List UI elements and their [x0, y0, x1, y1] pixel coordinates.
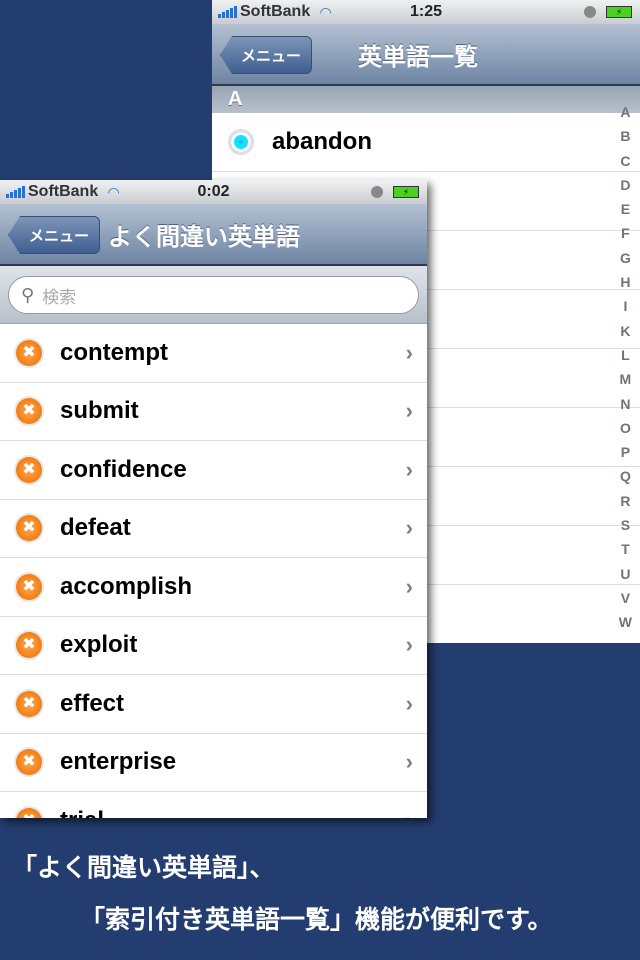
index-letter[interactable]: D — [620, 173, 630, 197]
time: 0:02 — [197, 183, 230, 200]
chevron-right-icon: › — [405, 573, 413, 599]
mistake-icon: ✖ — [16, 690, 42, 717]
menu-back-button[interactable]: メニュー — [8, 216, 101, 254]
chevron-right-icon: › — [405, 690, 413, 716]
list-item[interactable]: ✖ contempt › — [0, 324, 427, 383]
status-bar: SoftBank ◠ 1:25 ⚡ — [212, 0, 640, 24]
time: 1:25 — [409, 3, 443, 20]
word-label: effect — [60, 689, 125, 717]
index-letter[interactable]: H — [620, 270, 630, 294]
list-item[interactable]: ✖ exploit › — [0, 617, 427, 675]
index-letter[interactable]: K — [620, 319, 630, 343]
menu-back-button[interactable]: メニュー — [220, 36, 313, 74]
alarm-icon — [584, 6, 596, 18]
carrier: SoftBank — [28, 183, 99, 200]
word-label: exploit — [60, 631, 138, 659]
list-item[interactable]: ✖ trial › — [0, 792, 427, 818]
nav-bar: メニュー よく間違い英単語 — [0, 204, 427, 266]
signal-icon — [218, 6, 237, 18]
index-letter[interactable]: C — [620, 149, 630, 173]
section-header: A — [212, 86, 640, 113]
word-label: abandon — [272, 128, 372, 155]
chevron-right-icon: › — [405, 749, 413, 775]
word-label: enterprise — [60, 748, 177, 776]
nav-bar: メニュー 英単語一覧 — [212, 24, 640, 86]
list-item[interactable]: ✖ accomplish › — [0, 558, 427, 617]
word-label: trial — [60, 807, 104, 818]
mistake-icon: ✖ — [16, 749, 42, 776]
index-letter[interactable]: L — [621, 343, 630, 367]
wifi-icon: ◠ — [108, 183, 120, 200]
search-bar: ⚲ 検索 — [0, 266, 427, 324]
mistaken-words-screen: SoftBank ◠ 0:02 ⚡ メニュー よく間違い英単語 ⚲ 検索 ✖ co… — [0, 180, 427, 818]
mistake-icon: ✖ — [16, 573, 42, 600]
word-label: contempt — [60, 338, 168, 366]
index-letter[interactable]: O — [620, 416, 631, 440]
list-item[interactable]: ✖ enterprise › — [0, 734, 427, 792]
index-letter[interactable]: N — [620, 392, 630, 416]
wifi-icon: ◠ — [320, 3, 332, 20]
alarm-icon — [371, 186, 383, 198]
status-bar: SoftBank ◠ 0:02 ⚡ — [0, 180, 427, 204]
word-label: submit — [60, 397, 139, 425]
search-placeholder: 検索 — [42, 287, 77, 307]
chevron-right-icon: › — [406, 808, 413, 818]
index-letter[interactable]: B — [620, 124, 630, 148]
carrier: SoftBank — [240, 3, 311, 20]
word-label: confidence — [60, 455, 187, 483]
caption-line-1: 「よく間違い英単語」、 — [12, 853, 275, 882]
list-item[interactable]: ✖ effect › — [0, 675, 427, 734]
chevron-right-icon: › — [405, 398, 413, 424]
word-label: defeat — [60, 514, 131, 542]
page-title: 英単語一覧 — [358, 43, 478, 71]
index-letter[interactable]: Q — [620, 464, 631, 488]
index-letter[interactable]: T — [621, 537, 630, 561]
search-icon: ⚲ — [21, 284, 35, 305]
mistake-icon: ✖ — [16, 456, 42, 483]
list-item[interactable]: abandon — [212, 113, 640, 172]
caption-line-2: 「索引付き英単語一覧」機能が便利です。 — [80, 905, 553, 934]
index-letter[interactable]: V — [621, 586, 630, 610]
index-letter[interactable]: E — [621, 197, 630, 221]
chevron-right-icon: › — [405, 515, 413, 541]
mistake-icon: ✖ — [16, 398, 42, 425]
mistake-icon: ✖ — [16, 807, 42, 818]
index-letter[interactable]: S — [621, 513, 630, 537]
index-letter[interactable]: G — [620, 246, 631, 270]
mistake-icon: ✖ — [16, 339, 42, 366]
mistake-icon: ✖ — [16, 632, 42, 659]
list-item[interactable]: ✖ confidence › — [0, 441, 427, 500]
signal-icon — [6, 186, 25, 198]
chevron-right-icon: › — [405, 632, 413, 658]
index-letter[interactable]: W — [619, 610, 632, 634]
index-letter[interactable]: I — [623, 294, 627, 318]
index-letter[interactable]: P — [621, 440, 630, 464]
page-title: よく間違い英単語 — [108, 223, 300, 251]
word-label: accomplish — [60, 572, 193, 600]
index-letter[interactable]: R — [620, 489, 630, 513]
chevron-right-icon: › — [405, 339, 413, 365]
list-item[interactable]: ✖ submit › — [0, 383, 427, 441]
mistake-icon: ✖ — [16, 515, 42, 542]
list-item[interactable]: ✖ defeat › — [0, 500, 427, 558]
section-index[interactable]: ABCDEFGHIKLMNOPQRSTUVW — [619, 100, 632, 635]
index-letter[interactable]: A — [620, 100, 630, 124]
status-dot-icon — [228, 129, 254, 155]
index-letter[interactable]: M — [620, 367, 632, 391]
index-letter[interactable]: U — [620, 562, 630, 586]
battery-icon: ⚡ — [393, 186, 419, 198]
search-input[interactable]: ⚲ 検索 — [8, 276, 419, 314]
index-letter[interactable]: F — [621, 221, 630, 245]
chevron-right-icon: › — [405, 456, 413, 482]
battery-icon: ⚡ — [606, 6, 632, 18]
